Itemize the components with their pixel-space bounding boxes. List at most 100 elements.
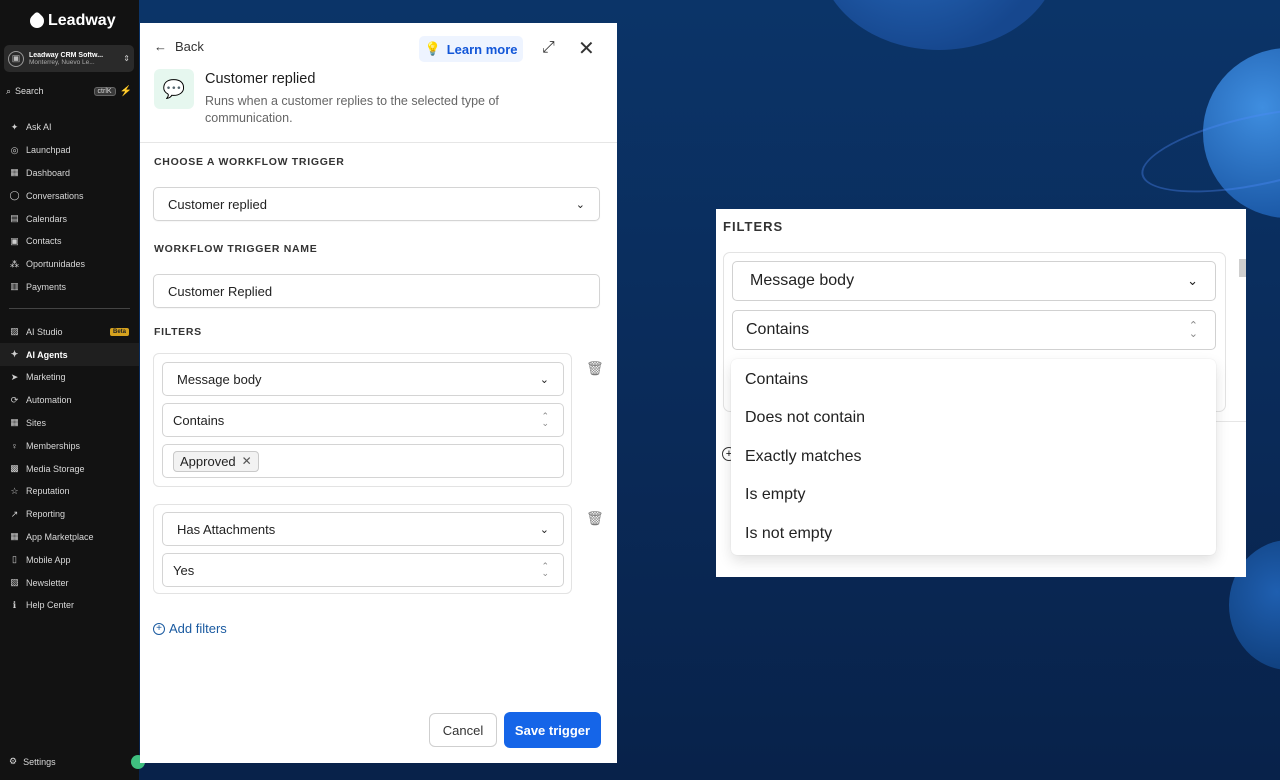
account-location: Monterrey, Nuevo Le... (29, 58, 95, 66)
trash-icon[interactable] (1239, 259, 1246, 277)
sidebar-item-label: AI Studio (26, 326, 63, 337)
sidebar-item-label: AI Agents (26, 349, 68, 360)
sidebar-item-calendars[interactable]: ▤ Calendars (0, 207, 139, 230)
dropdown-option[interactable]: Is not empty (745, 525, 832, 543)
chart-icon: ↗ (10, 508, 19, 519)
pipeline-icon: ⁂ (10, 258, 19, 269)
sidebar-item-memberships[interactable]: ♀ Memberships (0, 434, 139, 457)
filters-label: FILTERS (154, 326, 202, 338)
sidebar-item-launchpad[interactable]: ◎ Launchpad (0, 139, 139, 162)
filter-tag: Approved ✕ (173, 450, 259, 472)
filter-value: Yes (173, 562, 195, 578)
save-trigger-button[interactable]: Save trigger (504, 712, 601, 748)
chevron-updown-icon: ⌃ ⌄ (541, 411, 549, 428)
search-bar[interactable]: ⌕ Search ctrlK ⚡ (6, 83, 132, 99)
sidebar: Leadway ▣ Leadway CRM Softw... Monterrey… (0, 0, 145, 780)
zoomed-filter-callout: FILTERS Message body ⌄ Contains ⌃ ⌄ + Con… (716, 209, 1246, 577)
studio-icon: ▨ (10, 326, 19, 337)
filters-label: FILTERS (723, 219, 784, 234)
contacts-icon: ▣ (10, 235, 19, 246)
dropdown-option[interactable]: Contains (745, 371, 808, 389)
decorative-orb (819, 0, 1059, 50)
sidebar-item-media-storage[interactable]: ▩ Media Storage (0, 457, 139, 480)
sidebar-item-help-center[interactable]: ℹ Help Center (0, 594, 139, 617)
sidebar-item-ai-agents[interactable]: ✦ AI Agents (0, 343, 139, 366)
gear-icon: ⚙ (9, 756, 18, 766)
back-button[interactable]: ← Back (154, 39, 204, 54)
filter-value-select[interactable]: Yes ⌃ ⌄ (162, 553, 564, 587)
close-icon[interactable]: ✕ (578, 36, 595, 61)
chevron-down-icon: ⌄ (539, 373, 549, 386)
filter-operator-value: Contains (746, 321, 810, 338)
filter-group: Has Attachments ⌄ Yes ⌃ ⌄ (153, 504, 572, 594)
choose-trigger-label: CHOOSE A WORKFLOW TRIGGER (154, 156, 345, 168)
sidebar-item-newsletter[interactable]: ▧ Newsletter (0, 571, 139, 594)
bolt-icon[interactable]: ⚡ (120, 86, 132, 97)
sidebar-item-reputation[interactable]: ☆ Reputation (0, 480, 139, 503)
sidebar-item-label: Help Center (26, 600, 75, 611)
sidebar-item-dashboard[interactable]: ▦ Dashboard (0, 162, 139, 185)
trash-icon[interactable]: 🗑 (586, 510, 604, 527)
trigger-name-value: Customer Replied (168, 283, 273, 299)
sidebar-item-payments[interactable]: ▥ Payments (0, 276, 139, 299)
divider (1214, 421, 1246, 422)
brand-logo[interactable]: Leadway (27, 11, 116, 31)
nav-divider (9, 308, 130, 310)
learn-more-label: Learn more (446, 41, 518, 57)
dropdown-option[interactable]: Is empty (745, 486, 805, 504)
sidebar-item-label: Marketing (26, 372, 66, 383)
chevron-updown-icon: ⇕ (123, 54, 130, 63)
image-icon: ▩ (10, 463, 19, 474)
add-filters-button[interactable]: + Add filters (153, 621, 227, 636)
filter-field-select[interactable]: Has Attachments ⌄ (162, 512, 564, 546)
send-icon: ➤ (10, 371, 19, 382)
sidebar-item-oportunidades[interactable]: ⁂ Oportunidades (0, 253, 139, 276)
sidebar-item-reporting[interactable]: ↗ Reporting (0, 503, 139, 526)
trash-icon[interactable]: 🗑 (586, 360, 604, 377)
filter-field-value: Message body (177, 371, 262, 387)
dropdown-option[interactable]: Does not contain (745, 409, 865, 427)
sidebar-item-mobile-app[interactable]: ▯ Mobile App (0, 548, 139, 571)
back-label: Back (175, 39, 204, 54)
sidebar-item-settings[interactable]: ⚙ Settings (9, 756, 56, 767)
chevron-updown-icon: ⌃ ⌄ (541, 561, 549, 578)
trigger-description: Runs when a customer replies to the sele… (205, 94, 499, 125)
sidebar-item-label: App Marketplace (26, 531, 94, 542)
filter-tag-input[interactable]: Approved ✕ (162, 444, 564, 478)
search-label: Search (15, 86, 44, 96)
account-switcher[interactable]: ▣ Leadway CRM Softw... Monterrey, Nuevo … (4, 45, 134, 72)
sidebar-item-app-marketplace[interactable]: ▦ App Marketplace (0, 526, 139, 549)
filter-field-value: Has Attachments (177, 521, 276, 537)
learn-more-button[interactable]: 💡 Learn more (419, 36, 523, 62)
sidebar-item-marketing[interactable]: ➤ Marketing (0, 366, 139, 389)
sidebar-item-sites[interactable]: ▦ Sites (0, 412, 139, 435)
sidebar-item-label: Settings (23, 756, 56, 767)
sidebar-item-automation[interactable]: ⟳ Automation (0, 389, 139, 412)
plus-circle-icon: + (153, 622, 165, 635)
calendar-icon: ▤ (10, 213, 19, 224)
sidebar-item-ai-studio[interactable]: ▨ AI Studio Beta (0, 320, 139, 343)
filter-field-select[interactable]: Message body ⌄ (162, 362, 564, 396)
sidebar-item-contacts[interactable]: ▣ Contacts (0, 230, 139, 253)
divider (140, 142, 617, 143)
sidebar-item-label: Contacts (26, 236, 62, 247)
expand-icon[interactable]: ⤢ (542, 39, 555, 57)
sidebar-item-label: Mobile App (26, 554, 71, 565)
sidebar-item-ask-ai[interactable]: ✦ Ask AI (0, 116, 139, 139)
filter-operator-select[interactable]: Contains ⌃ ⌄ (162, 403, 564, 437)
close-icon[interactable]: ✕ (242, 454, 252, 468)
sidebar-item-conversations[interactable]: ◯ Conversations (0, 184, 139, 207)
logo-icon (27, 11, 47, 31)
brand-name: Leadway (48, 12, 116, 29)
operator-dropdown-menu: Contains Does not contain Exactly matche… (731, 359, 1216, 555)
dropdown-option[interactable]: Exactly matches (745, 448, 861, 466)
filter-operator-value: Contains (173, 412, 225, 428)
filter-field-select[interactable]: Message body ⌄ (732, 261, 1216, 301)
building-icon: ▣ (8, 50, 24, 67)
cancel-button[interactable]: Cancel (429, 713, 497, 747)
sites-icon: ▦ (10, 417, 19, 428)
trigger-select[interactable]: Customer replied ⌄ (153, 187, 600, 221)
filter-operator-select[interactable]: Contains ⌃ ⌄ (732, 310, 1216, 350)
trigger-name-input[interactable]: Customer Replied (153, 274, 600, 308)
chevron-down-icon: ⌄ (539, 523, 549, 536)
